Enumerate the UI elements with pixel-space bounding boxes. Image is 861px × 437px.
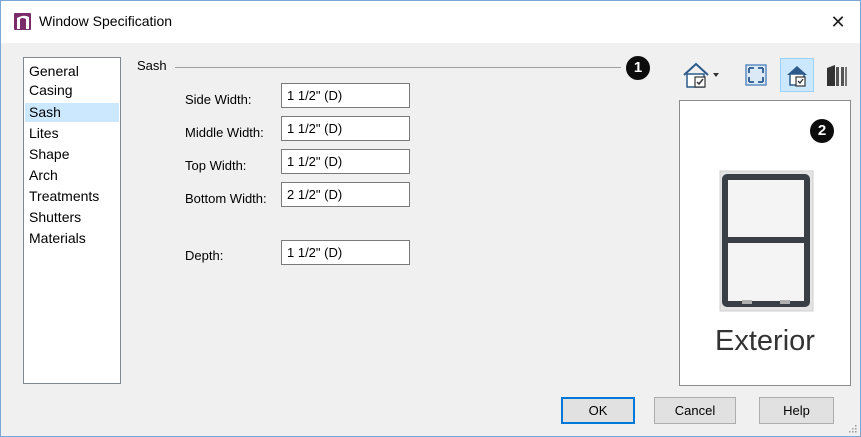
nav-item-sash[interactable]: Sash [25,103,119,122]
nav-item-materials[interactable]: Materials [25,229,119,248]
cancel-button[interactable]: Cancel [654,397,736,424]
nav-item-shutters[interactable]: Shutters [25,208,119,227]
ok-button[interactable]: OK [561,397,635,424]
window-title: Window Specification [39,13,173,29]
top-width-label: Top Width: [185,158,247,173]
window-preview: 2 Exterior [679,100,851,386]
bottom-width-label: Bottom Width: [185,191,267,206]
help-button[interactable]: Help [759,397,834,424]
app-logo-icon [14,13,31,30]
category-list[interactable]: General Casing Sash Lites Shape Arch Tre… [23,57,121,384]
title-bar: Window Specification ✕ [1,1,860,43]
show-walls-icon [827,65,847,86]
nav-item-treatments[interactable]: Treatments [25,187,119,206]
nav-item-shape[interactable]: Shape [25,145,119,164]
house-view-dropdown-icon [683,62,719,88]
group-divider [175,67,621,68]
nav-item-general[interactable]: General [25,62,119,81]
house-view-dropdown-button[interactable] [679,58,727,92]
preview-caption: Exterior [715,325,815,357]
middle-width-label: Middle Width: [185,125,264,140]
depth-label: Depth: [185,248,224,263]
color-on-icon [787,66,807,87]
side-width-field[interactable]: 1 1/2" (D) [281,83,410,108]
nav-item-lites[interactable]: Lites [25,124,119,143]
show-walls-button[interactable] [821,58,851,92]
close-button[interactable]: ✕ [816,1,860,43]
color-toggle-button[interactable] [780,58,814,92]
callout-badge-1: 1 [626,56,650,80]
sash-group-label: Sash [137,58,167,73]
window-specification-dialog: Window Specification ✕ General Casing Sa… [0,0,861,437]
resize-grip-icon[interactable] [847,423,857,433]
bottom-width-field[interactable]: 2 1/2" (D) [281,182,410,207]
nav-item-arch[interactable]: Arch [25,166,119,185]
fill-window-icon [745,64,767,86]
close-icon: ✕ [830,11,846,32]
middle-width-field[interactable]: 1 1/2" (D) [281,116,410,141]
callout-badge-2: 2 [810,119,834,143]
side-width-label: Side Width: [185,92,252,107]
nav-item-casing[interactable]: Casing [25,81,119,100]
fill-window-button[interactable] [739,58,773,92]
top-width-field[interactable]: 1 1/2" (D) [281,149,410,174]
depth-field[interactable]: 1 1/2" (D) [281,240,410,265]
